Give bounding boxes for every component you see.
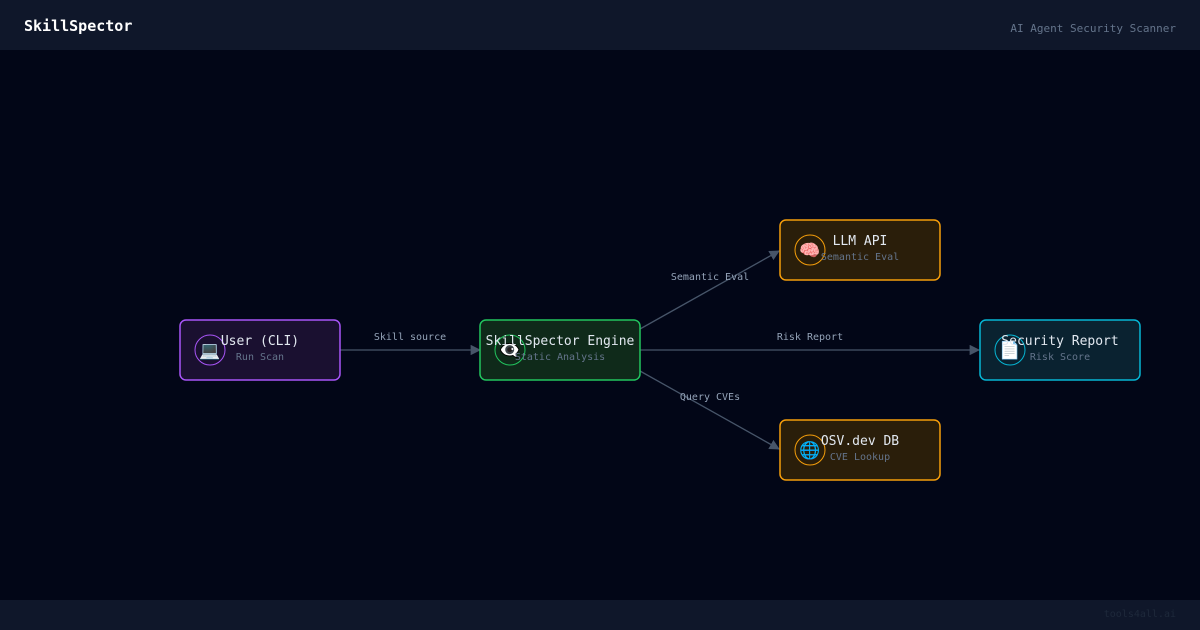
node-title: Security Report: [1001, 334, 1118, 349]
edge-risk-report: Risk Report: [640, 332, 981, 356]
brain-icon: 🧠: [799, 241, 820, 261]
edge-label-query-cves: Query CVEs: [680, 392, 740, 403]
footer-credit: tools4all.ai: [1103, 609, 1176, 620]
edge-label-risk-report: Risk Report: [777, 332, 843, 343]
node-title: OSV.dev DB: [821, 434, 899, 449]
node-user-cli: 💻 User (CLI) Run Scan: [179, 319, 341, 381]
node-title: User (CLI): [221, 334, 299, 349]
edge-query-cves: Query CVEs: [639, 370, 780, 450]
node-osv-dev-db: 🌐 OSV.dev DB CVE Lookup: [779, 419, 941, 481]
node-skillspector-engine: 👁️‍🗨️ SkillSpector Engine Static Analysi…: [479, 319, 641, 381]
node-subtitle: Static Analysis: [515, 352, 605, 363]
node-title: SkillSpector Engine: [486, 334, 635, 349]
architecture-diagram: Skill source Semantic Eval Risk Report Q…: [179, 219, 1141, 481]
globe-icon: 🌐: [799, 440, 820, 461]
laptop-icon: 💻: [199, 341, 220, 361]
node-security-report: 📄 Security Report Risk Score: [979, 319, 1141, 381]
node-title: LLM API: [833, 234, 888, 249]
edge-semantic-eval: Semantic Eval: [639, 250, 780, 330]
node-subtitle: Semantic Eval: [821, 252, 899, 263]
footer-bar: tools4all.ai: [0, 600, 1200, 630]
edge-label-semantic-eval: Semantic Eval: [671, 272, 749, 283]
node-subtitle: Run Scan: [236, 352, 284, 363]
edge-skill-source: Skill source: [340, 332, 482, 356]
node-llm-api: 🧠 LLM API Semantic Eval: [779, 219, 941, 281]
edge-label-skill-source: Skill source: [374, 332, 446, 343]
node-subtitle: Risk Score: [1030, 352, 1090, 363]
node-subtitle: CVE Lookup: [830, 452, 890, 463]
